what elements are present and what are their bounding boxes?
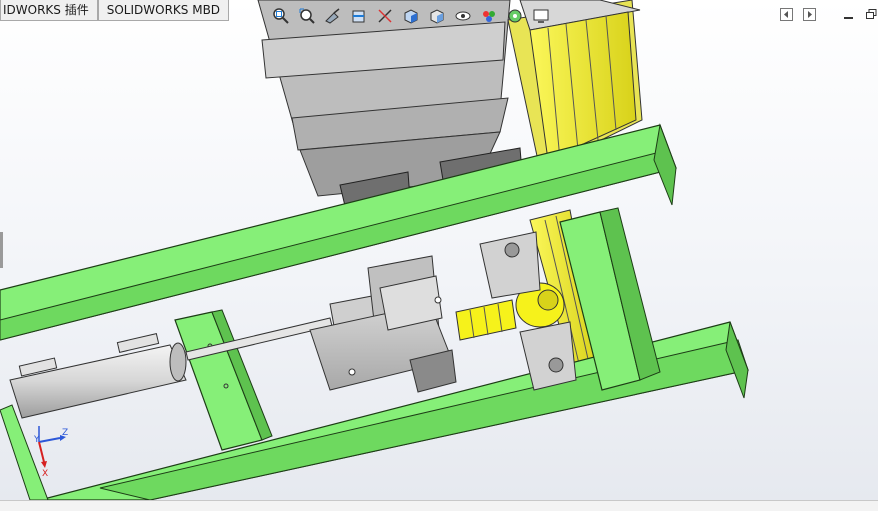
reference-triad: Z Y X — [33, 426, 68, 479]
restore-icon[interactable] — [865, 8, 878, 21]
triad-y-label: Y — [33, 435, 40, 445]
apply-scene-icon[interactable] — [504, 5, 526, 27]
command-manager-tabs: IDWORKS 插件 SOLIDWORKS MBD — [0, 0, 230, 22]
panel-window-controls — [780, 8, 878, 21]
triad-x-label: X — [42, 469, 48, 479]
minimize-icon[interactable] — [842, 8, 855, 21]
next-panel-icon[interactable] — [803, 8, 816, 21]
previous-view-icon[interactable] — [322, 5, 344, 27]
view-settings-icon[interactable] — [530, 5, 552, 27]
viewport-splitter-handle[interactable] — [0, 232, 3, 268]
hide-show-items-icon[interactable] — [452, 5, 474, 27]
graphics-viewport[interactable]: IDWORKS 插件 SOLIDWORKS MBD Z Y X — [0, 0, 878, 500]
triad-z-label: Z — [62, 428, 68, 438]
tab-solidworks-addins[interactable]: IDWORKS 插件 — [0, 0, 98, 21]
dynamic-annotation-icon[interactable] — [374, 5, 396, 27]
previous-panel-icon[interactable] — [780, 8, 793, 21]
section-view-icon[interactable] — [348, 5, 370, 27]
zoom-to-area-icon[interactable] — [296, 5, 318, 27]
heads-up-view-toolbar — [270, 2, 552, 30]
tab-solidworks-mbd[interactable]: SOLIDWORKS MBD — [97, 0, 230, 21]
zoom-to-fit-icon[interactable] — [270, 5, 292, 27]
bottom-status-strip — [0, 500, 878, 511]
view-orientation-icon[interactable] — [400, 5, 422, 27]
display-style-icon[interactable] — [426, 5, 448, 27]
edit-appearance-icon[interactable] — [478, 5, 500, 27]
cad-model-view[interactable] — [0, 0, 878, 500]
